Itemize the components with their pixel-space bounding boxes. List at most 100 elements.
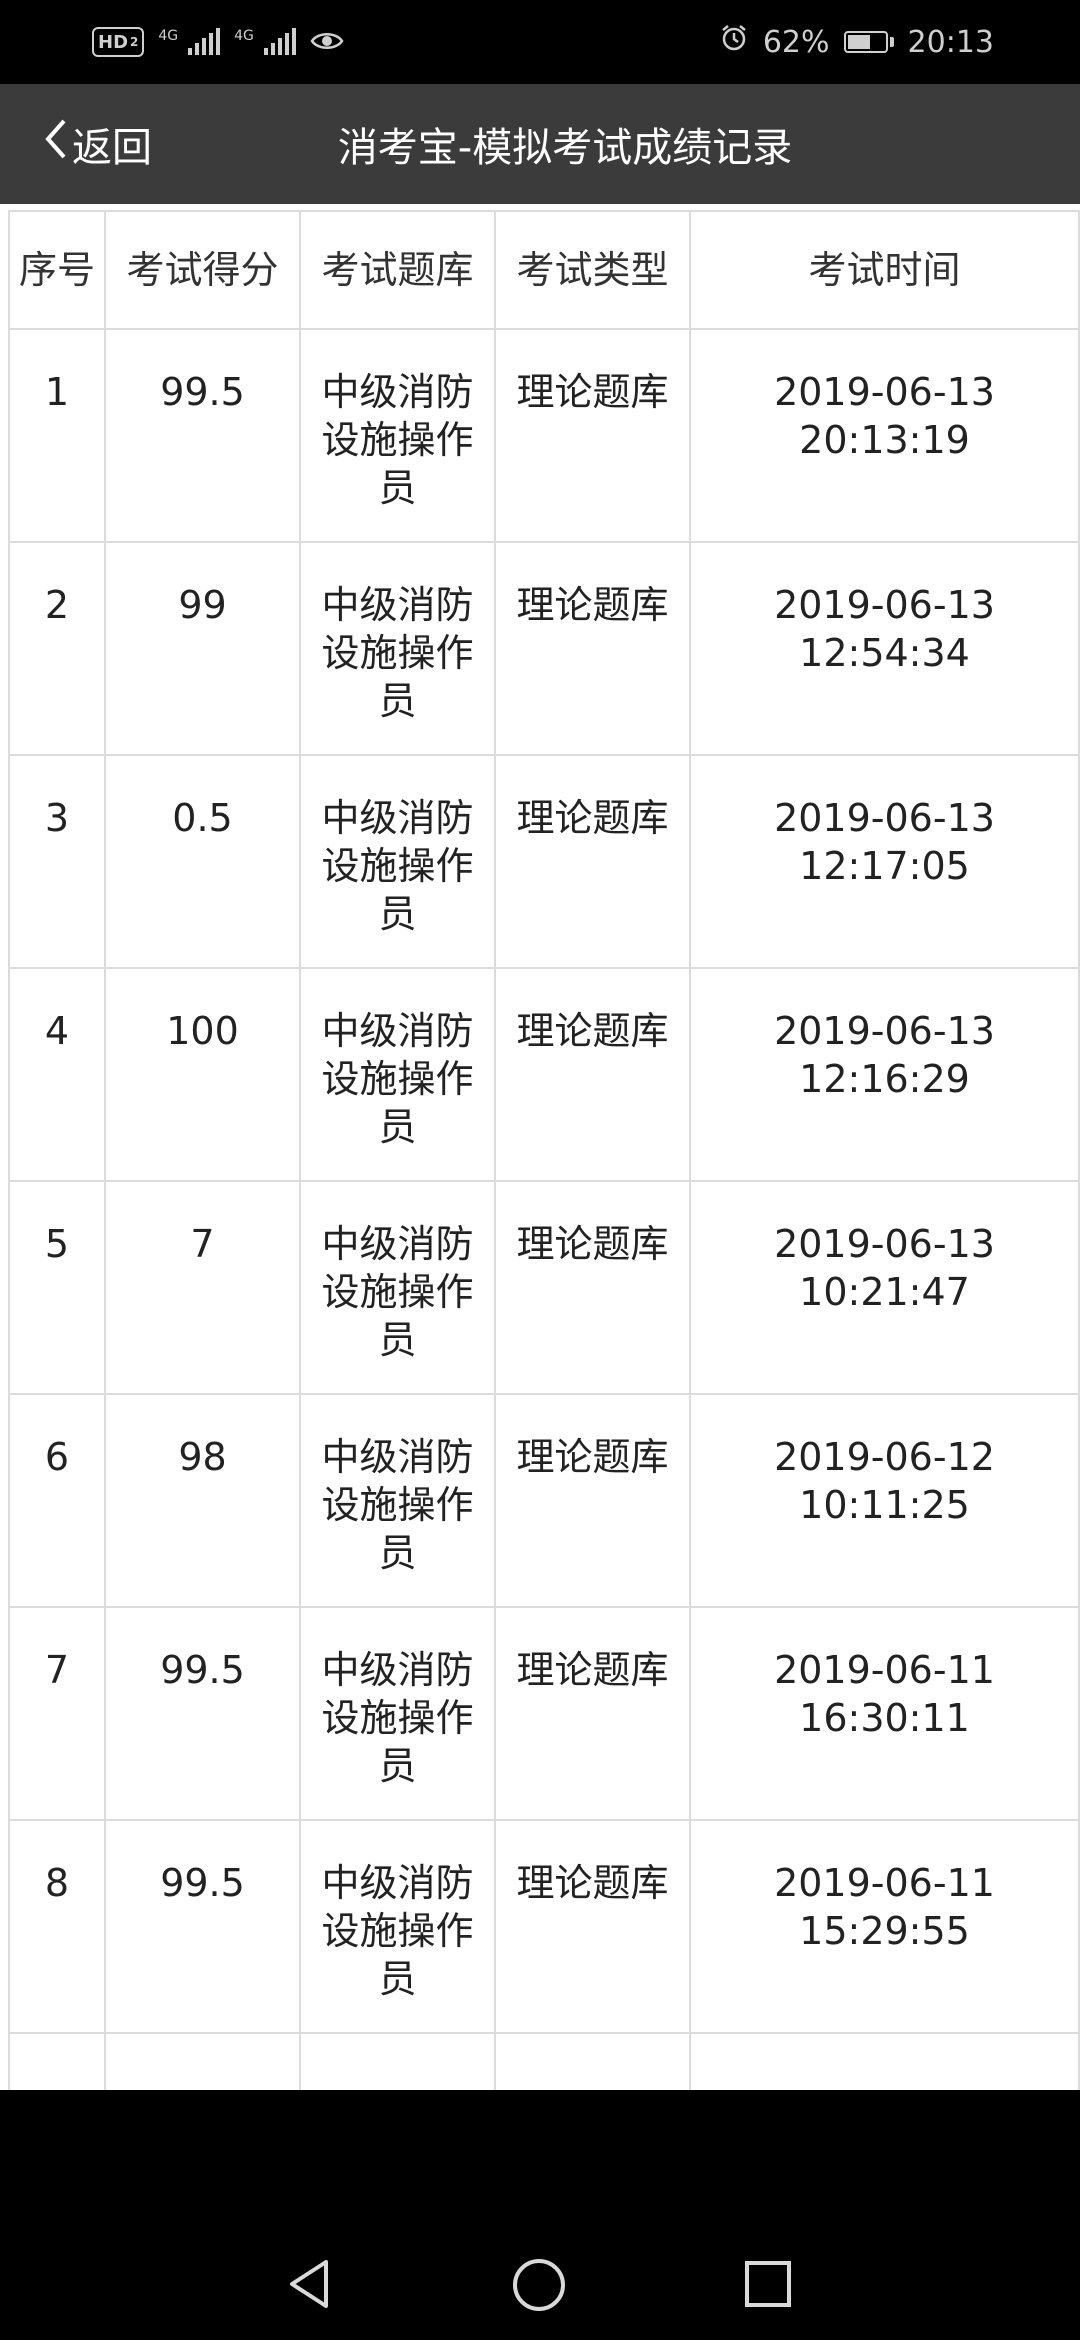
cell-time: 2019-06-13 20:13:19 [689,328,1080,543]
cell-no: 2 [8,541,106,756]
cell-no: 5 [8,1180,106,1395]
cell-time: 2019-06-13 12:16:29 [689,967,1080,1182]
date-text: 2019-06-13 [774,583,995,627]
back-label: 返回 [72,125,152,171]
date-text: 2019-06-11 [774,1648,995,1692]
battery-icon [843,31,894,53]
time-text: 12:16:29 [799,1057,970,1101]
date-text: 2019-06-13 [774,1009,995,1053]
app-header: 消考宝-模拟考试成绩记录 返回 [0,84,1080,204]
cell-time: 2019-06-11 16:30:11 [689,1606,1080,1821]
cell-bank: 中级消防设施操作员 [299,1606,496,1821]
network-type-2: 4G [234,27,254,44]
clock: 20:13 [907,24,994,60]
table-row-partial [8,2032,1080,2090]
triangle-back-icon[interactable] [282,2256,338,2316]
time-text: 12:54:34 [799,631,970,675]
cell-time: 2019-06-13 12:54:34 [689,541,1080,756]
chevron-left-icon [42,117,68,171]
cell-empty [8,2032,106,2090]
cell-type: 理论题库 [494,1393,691,1608]
cell-score: 98 [104,1393,301,1608]
cell-no: 1 [8,328,106,543]
column-header-bank: 考试题库 [299,210,496,330]
status-right: 62% 20:13 [719,23,994,61]
cell-type: 理论题库 [494,967,691,1182]
cell-empty [494,2032,691,2090]
bank-text: 中级消防设施操作员 [321,370,474,510]
date-text: 2019-06-13 [774,796,995,840]
cell-type: 理论题库 [494,1180,691,1395]
hd-badge: HD 2 [92,27,145,57]
cell-no: 7 [8,1606,106,1821]
cell-time: 2019-06-11 15:29:55 [689,1819,1080,2034]
date-text: 2019-06-12 [774,1435,995,1479]
circle-home-icon[interactable] [510,2256,568,2318]
table-header-row: 序号 考试得分 考试题库 考试类型 考试时间 [8,210,1080,330]
bank-text: 中级消防设施操作员 [321,1009,474,1149]
table-row[interactable]: 6 98 中级消防设施操作员 理论题库 2019-06-12 10:11:25 [8,1393,1080,1608]
date-text: 2019-06-11 [774,1861,995,1905]
cell-type: 理论题库 [494,541,691,756]
cell-score: 100 [104,967,301,1182]
score-records-table: 序号 考试得分 考试题库 考试类型 考试时间 1 99.5 中级消防设施操作员 … [8,210,1080,2090]
bank-text: 中级消防设施操作员 [321,583,474,723]
square-recents-icon[interactable] [742,2258,794,2314]
table-row[interactable]: 7 99.5 中级消防设施操作员 理论题库 2019-06-11 16:30:11 [8,1606,1080,1821]
bank-text: 中级消防设施操作员 [321,1648,474,1788]
status-bar: HD 2 4G 4G 62% 20:13 [0,0,1080,84]
cell-score: 99.5 [104,328,301,543]
time-text: 20:13:19 [799,418,970,462]
cell-bank: 中级消防设施操作员 [299,1180,496,1395]
cell-bank: 中级消防设施操作员 [299,541,496,756]
column-header-no: 序号 [8,210,106,330]
cell-type: 理论题库 [494,1606,691,1821]
cell-time: 2019-06-12 10:11:25 [689,1393,1080,1608]
time-text: 16:30:11 [799,1696,970,1740]
back-button[interactable]: 返回 [42,84,152,204]
time-text: 12:17:05 [799,844,970,888]
cell-type: 理论题库 [494,1819,691,2034]
cell-no: 8 [8,1819,106,2034]
column-header-score: 考试得分 [104,210,301,330]
bank-text: 中级消防设施操作员 [321,1861,474,2001]
time-text: 15:29:55 [799,1909,970,1953]
table-row[interactable]: 4 100 中级消防设施操作员 理论题库 2019-06-13 12:16:29 [8,967,1080,1182]
cell-empty [689,2032,1080,2090]
column-header-type: 考试类型 [494,210,691,330]
column-header-time: 考试时间 [689,210,1080,330]
cell-score: 7 [104,1180,301,1395]
cell-score: 99.5 [104,1819,301,2034]
cell-type: 理论题库 [494,754,691,969]
cell-bank: 中级消防设施操作员 [299,328,496,543]
table-row[interactable]: 3 0.5 中级消防设施操作员 理论题库 2019-06-13 12:17:05 [8,754,1080,969]
bank-text: 中级消防设施操作员 [321,796,474,936]
battery-percent: 62% [762,24,830,60]
cell-score: 0.5 [104,754,301,969]
signal-strength-icon [188,28,221,55]
time-text: 10:11:25 [799,1483,970,1527]
bank-text: 中级消防设施操作员 [321,1435,474,1575]
table-row[interactable]: 2 99 中级消防设施操作员 理论题库 2019-06-13 12:54:34 [8,541,1080,756]
time-text: 10:21:47 [799,1270,970,1314]
cell-type: 理论题库 [494,328,691,543]
cell-empty [104,2032,301,2090]
table-row[interactable]: 1 99.5 中级消防设施操作员 理论题库 2019-06-13 20:13:19 [8,328,1080,543]
table-row[interactable]: 5 7 中级消防设施操作员 理论题库 2019-06-13 10:21:47 [8,1180,1080,1395]
cell-bank: 中级消防设施操作员 [299,967,496,1182]
page-title: 消考宝-模拟考试成绩记录 [337,125,793,171]
cell-no: 6 [8,1393,106,1608]
cell-empty [299,2032,496,2090]
cell-bank: 中级消防设施操作员 [299,1393,496,1608]
cell-time: 2019-06-13 10:21:47 [689,1180,1080,1395]
cell-no: 3 [8,754,106,969]
date-text: 2019-06-13 [774,1222,995,1266]
bank-text: 中级消防设施操作员 [321,1222,474,1362]
status-left: HD 2 4G 4G [92,25,344,60]
network-type-1: 4G [158,27,179,44]
cell-bank: 中级消防设施操作员 [299,1819,496,2034]
records-content: 序号 考试得分 考试题库 考试类型 考试时间 1 99.5 中级消防设施操作员 … [0,204,1080,2090]
signal-strength-2-icon [263,28,296,55]
cell-score: 99 [104,541,301,756]
table-row[interactable]: 8 99.5 中级消防设施操作员 理论题库 2019-06-11 15:29:55 [8,1819,1080,2034]
